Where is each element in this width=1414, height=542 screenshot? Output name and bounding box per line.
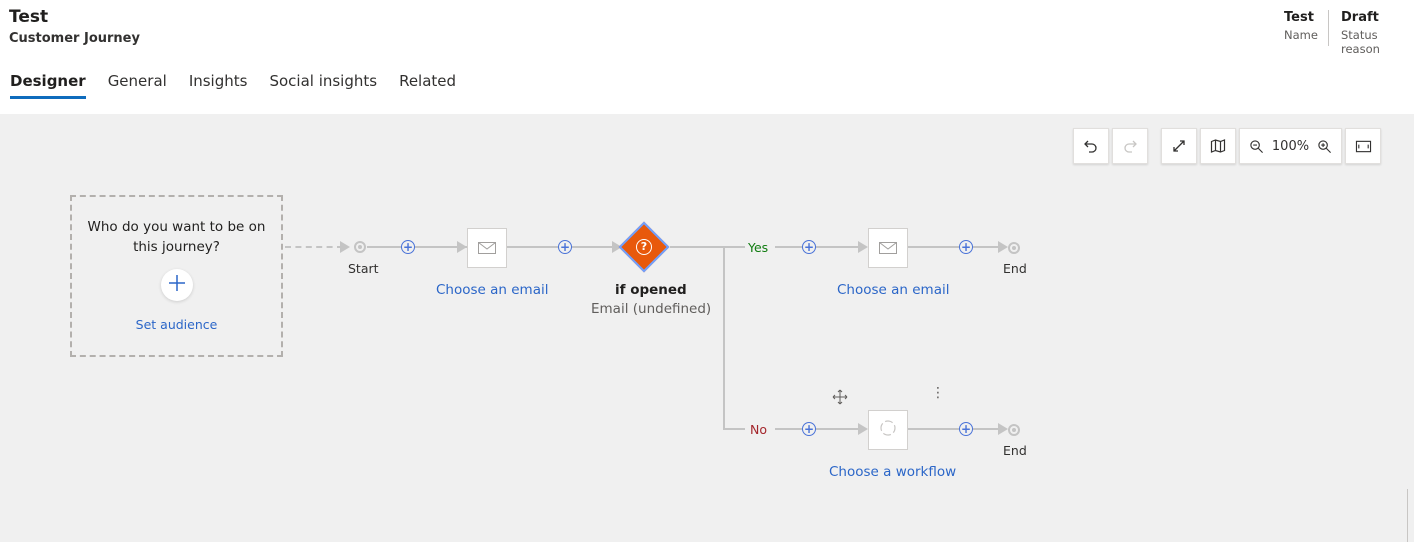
tab-social-insights[interactable]: Social insights <box>269 72 377 99</box>
end-label: End <box>1003 261 1027 276</box>
connector <box>775 428 860 430</box>
zoom-in-icon[interactable] <box>1317 139 1332 154</box>
branch-connector <box>723 246 725 430</box>
end-node <box>1008 424 1020 436</box>
header-field-name: Test Name <box>1284 10 1318 42</box>
question-icon: ? <box>636 239 652 255</box>
email-tile[interactable] <box>467 228 507 268</box>
mail-icon <box>879 239 897 258</box>
add-step-button[interactable]: + <box>802 422 816 436</box>
header-field-label: Status reason <box>1341 28 1380 56</box>
redo-icon <box>1122 138 1138 154</box>
no-branch-label: No <box>750 422 767 437</box>
arrow-head <box>858 241 868 253</box>
audience-connector <box>285 246 343 248</box>
choose-workflow-link[interactable]: Choose a workflow <box>829 464 956 480</box>
start-node <box>354 241 366 253</box>
choose-email-link[interactable]: Choose an email <box>837 282 949 298</box>
record-title: Test <box>9 7 49 27</box>
yes-branch-label: Yes <box>748 240 769 255</box>
header-field-status-reason: Draft Status reason <box>1341 10 1414 56</box>
map-icon <box>1210 138 1226 154</box>
set-audience-link[interactable]: Set audience <box>72 317 281 332</box>
connector <box>725 428 745 430</box>
header-field-label: Name <box>1284 28 1318 42</box>
add-step-button[interactable]: + <box>959 240 973 254</box>
connector <box>367 246 467 248</box>
fit-to-screen-icon <box>1355 139 1372 154</box>
connector <box>670 246 725 248</box>
email-tile[interactable] <box>868 228 908 268</box>
journey-designer-canvas[interactable]: 100% Who do you want to be on this journ… <box>0 114 1414 542</box>
tab-bar: Designer General Insights Social insight… <box>10 72 478 99</box>
expand-button[interactable] <box>1161 128 1197 164</box>
minimap-button[interactable] <box>1200 128 1236 164</box>
header-field-value: Test <box>1284 10 1314 25</box>
redo-button[interactable] <box>1112 128 1148 164</box>
expand-icon <box>1171 138 1187 154</box>
workflow-icon <box>879 419 897 441</box>
fit-to-screen-button[interactable] <box>1345 128 1381 164</box>
arrow-head <box>457 241 467 253</box>
mail-icon <box>478 239 496 258</box>
add-step-button[interactable]: + <box>959 422 973 436</box>
audience-tile[interactable]: Who do you want to be on this journey? S… <box>70 195 283 357</box>
header-divider <box>1328 10 1329 46</box>
arrow-head <box>340 241 350 253</box>
tab-related[interactable]: Related <box>399 72 456 99</box>
connector <box>725 246 745 248</box>
header-field-value: Draft <box>1341 10 1379 25</box>
plus-icon <box>168 274 186 296</box>
workflow-tile[interactable] <box>868 410 908 450</box>
audience-question: Who do you want to be on this journey? <box>87 219 266 255</box>
arrow-head <box>998 241 1008 253</box>
scrollbar[interactable] <box>1407 489 1408 542</box>
arrow-head <box>998 423 1008 435</box>
add-step-button[interactable]: + <box>802 240 816 254</box>
more-options-icon[interactable]: ⋮ <box>931 386 945 400</box>
end-label: End <box>1003 443 1027 458</box>
zoom-control: 100% <box>1239 128 1342 164</box>
add-step-button[interactable]: + <box>558 240 572 254</box>
record-header: Test Customer Journey Test Name Draft St… <box>0 0 1414 114</box>
choose-email-link[interactable]: Choose an email <box>436 282 548 298</box>
add-step-button[interactable]: + <box>401 240 415 254</box>
move-icon[interactable] <box>832 389 848 409</box>
zoom-level: 100% <box>1271 138 1310 154</box>
condition-title: if opened <box>615 282 687 298</box>
connector <box>775 246 860 248</box>
tab-insights[interactable]: Insights <box>189 72 248 99</box>
end-node <box>1008 242 1020 254</box>
connector <box>908 246 1006 248</box>
record-entity-type: Customer Journey <box>9 31 140 46</box>
start-label: Start <box>348 261 379 276</box>
undo-button[interactable] <box>1073 128 1109 164</box>
condition-subtitle: Email (undefined) <box>591 301 712 317</box>
connector <box>908 428 1006 430</box>
zoom-out-icon[interactable] <box>1249 139 1264 154</box>
undo-icon <box>1083 138 1099 154</box>
tab-general[interactable]: General <box>108 72 167 99</box>
arrow-head <box>858 423 868 435</box>
add-audience-button[interactable] <box>160 269 193 301</box>
tab-designer[interactable]: Designer <box>10 72 86 99</box>
